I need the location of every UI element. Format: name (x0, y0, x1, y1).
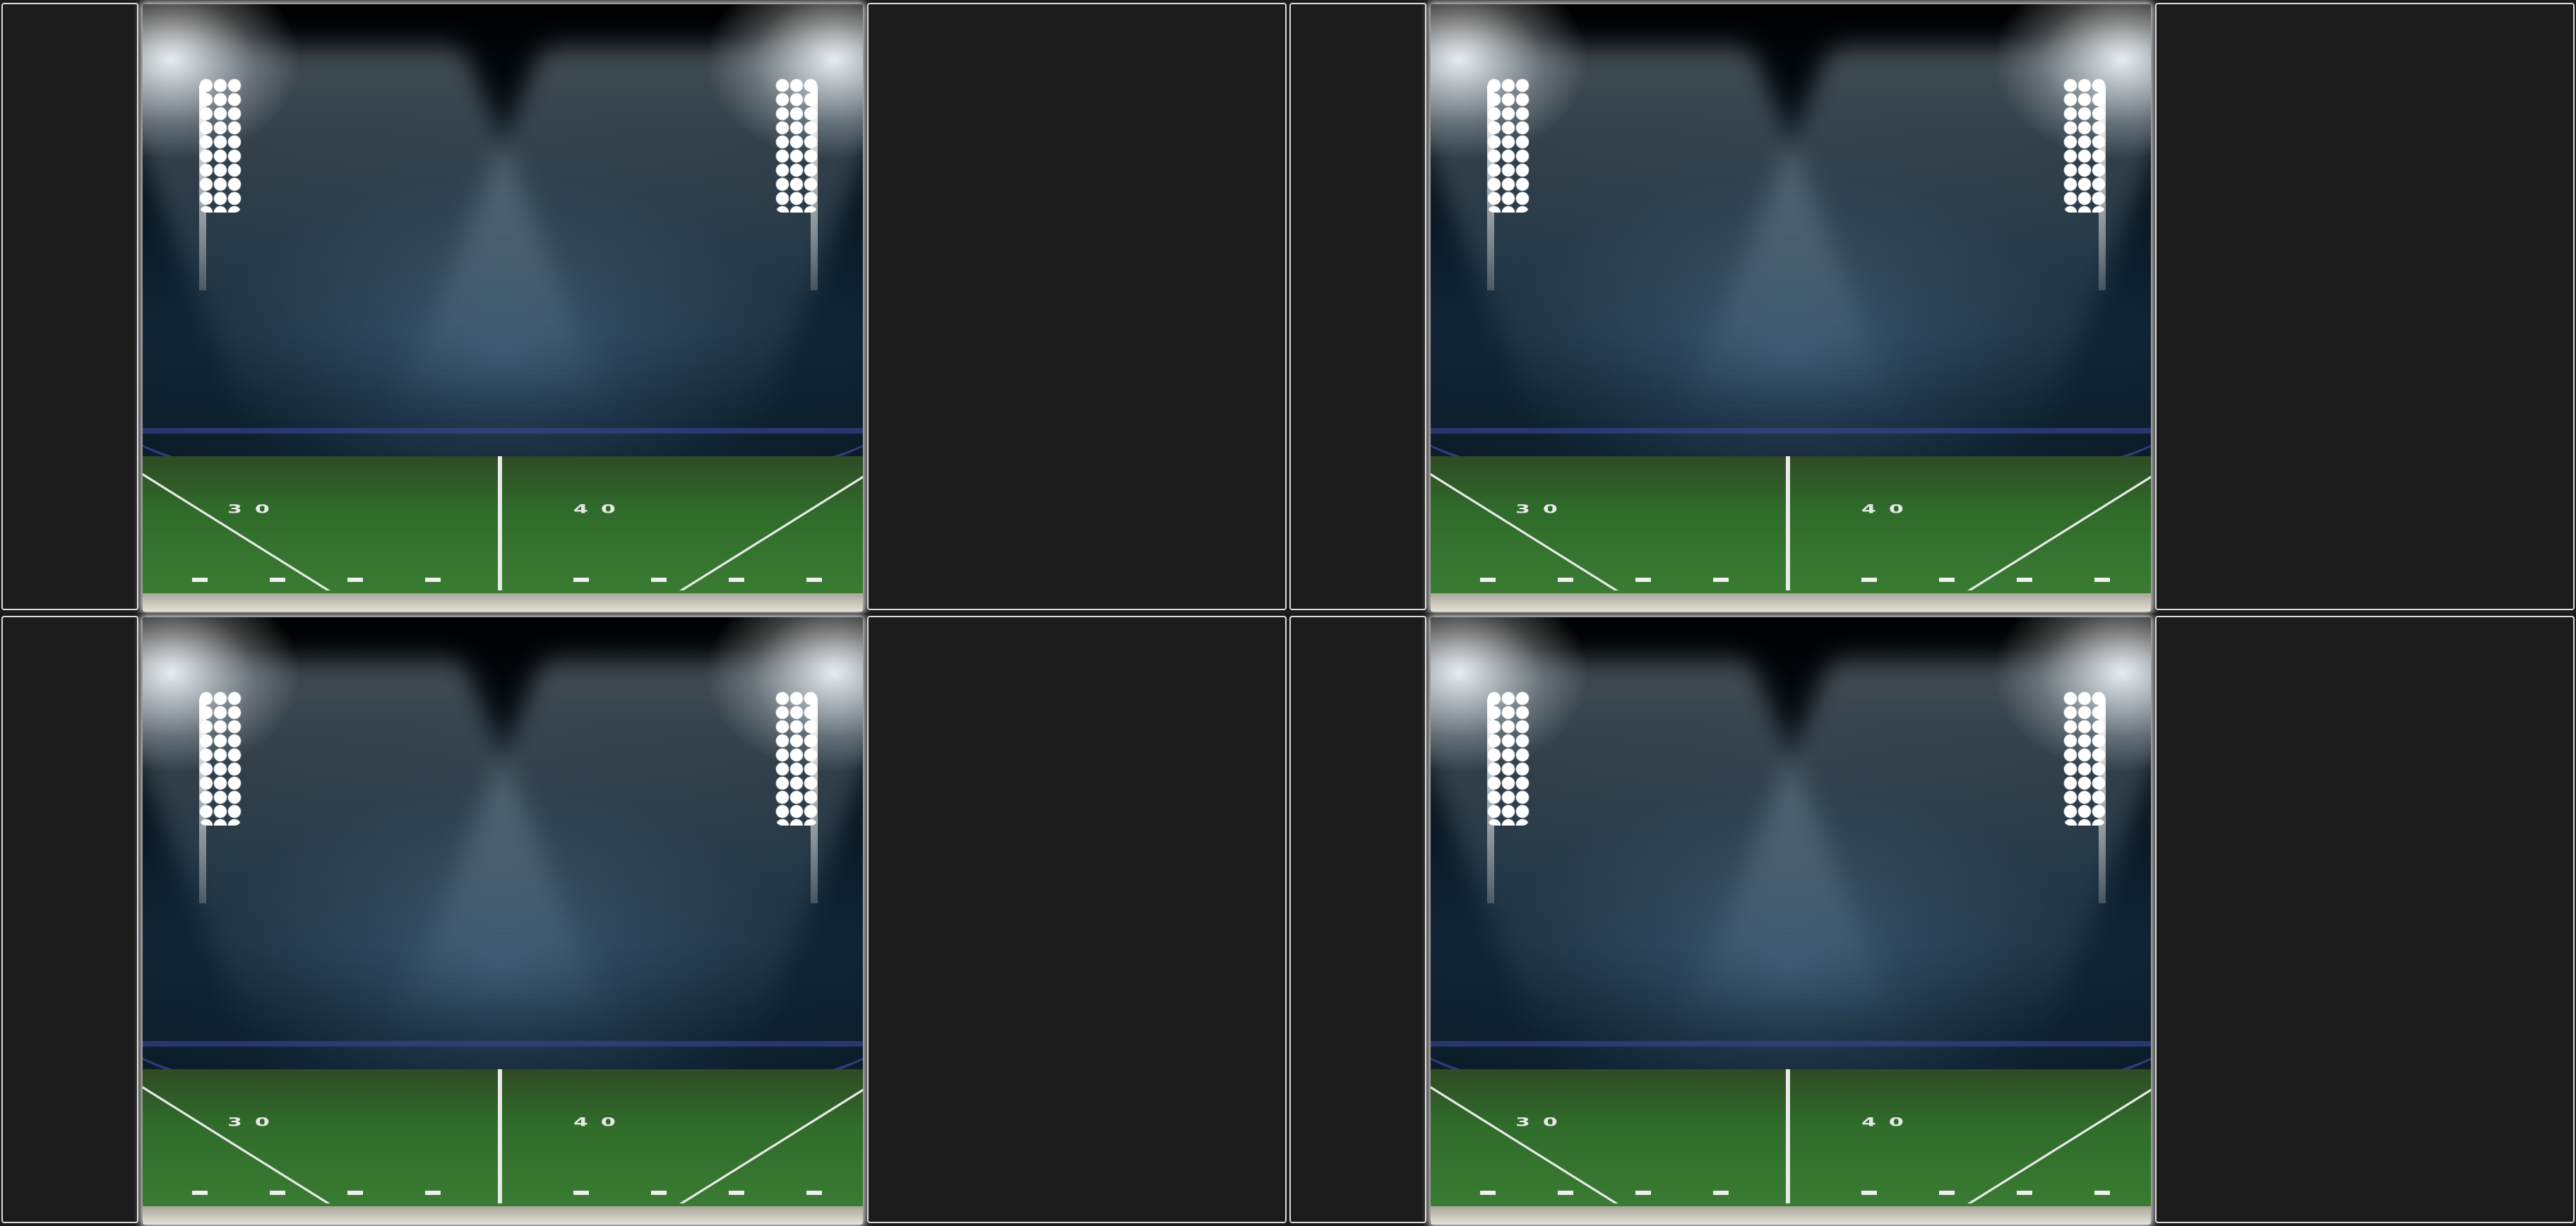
hash-mark (425, 1191, 441, 1195)
hash-mark (425, 578, 441, 582)
hash-mark (729, 1191, 744, 1195)
left-panel (1, 616, 138, 1223)
yard-line (143, 456, 330, 590)
stadium-rail (1431, 1041, 2151, 1047)
stadium-thumbnail[interactable]: 30 40 (1431, 617, 2151, 1225)
yard-number-left: 30 (227, 1115, 282, 1130)
stadium-rail (143, 428, 863, 434)
image-grid: 30 40 30 40 30 40 30 40 (0, 0, 2576, 1226)
left-panel (1, 3, 138, 610)
yard-line (679, 1069, 863, 1203)
left-panel (1289, 3, 1426, 610)
right-floodlights (775, 78, 818, 213)
right-panel (2155, 3, 2575, 610)
grid-cell-3[interactable]: 30 40 (0, 613, 1288, 1226)
football-field: 30 40 (1431, 1069, 2151, 1225)
hash-mark (2017, 1191, 2032, 1195)
yard-number-right: 40 (573, 502, 628, 517)
hash-mark (651, 1191, 667, 1195)
hash-mark (1861, 578, 1877, 582)
hash-mark (1635, 578, 1651, 582)
hash-mark (347, 1191, 363, 1195)
left-floodlights (1487, 78, 1530, 213)
yard-number-left: 30 (1515, 1115, 1570, 1130)
left-floodlights (1487, 691, 1530, 826)
yard-number-right: 40 (1861, 502, 1916, 517)
right-panel (867, 3, 1287, 610)
yard-line (1967, 1069, 2151, 1203)
hash-mark (2094, 1191, 2110, 1195)
stadium-thumbnail[interactable]: 30 40 (143, 617, 863, 1225)
hash-mark (347, 578, 363, 582)
right-floodlights (2063, 691, 2106, 826)
hash-mark (729, 578, 744, 582)
hash-mark (2094, 578, 2110, 582)
football-field: 30 40 (1431, 456, 2151, 612)
grid-cell-4[interactable]: 30 40 (1288, 613, 2576, 1226)
right-floodlights (775, 691, 818, 826)
football-field: 30 40 (143, 456, 863, 612)
hash-mark (1713, 1191, 1729, 1195)
right-panel (2155, 616, 2575, 1223)
hash-mark (1558, 578, 1573, 582)
hash-mark (573, 578, 589, 582)
hash-mark (1939, 578, 1955, 582)
football-field: 30 40 (143, 1069, 863, 1225)
yard-line (1786, 456, 1790, 590)
grid-cell-2[interactable]: 30 40 (1288, 0, 2576, 613)
yard-line (1431, 456, 1618, 590)
yard-number-right: 40 (573, 1115, 628, 1130)
hash-mark (651, 578, 667, 582)
stadium-thumbnail[interactable]: 30 40 (1431, 4, 2151, 612)
hash-mark (192, 578, 208, 582)
left-floodlights (199, 691, 242, 826)
hash-mark (1939, 1191, 1955, 1195)
hash-mark (1558, 1191, 1573, 1195)
hash-mark (1480, 1191, 1496, 1195)
yard-line (498, 1069, 502, 1203)
right-panel (867, 616, 1287, 1223)
hash-mark (192, 1191, 208, 1195)
left-panel (1289, 616, 1426, 1223)
yard-line (498, 456, 502, 590)
hash-mark (1480, 578, 1496, 582)
hash-mark (1635, 1191, 1651, 1195)
left-floodlights (199, 78, 242, 213)
hash-mark (270, 578, 285, 582)
yard-line (143, 1069, 330, 1203)
yard-line (1786, 1069, 1790, 1203)
hash-mark (2017, 578, 2032, 582)
hash-mark (270, 1191, 285, 1195)
yard-number-right: 40 (1861, 1115, 1916, 1130)
hash-mark (806, 578, 822, 582)
hash-mark (573, 1191, 589, 1195)
stadium-rail (1431, 428, 2151, 434)
yard-number-left: 30 (227, 502, 282, 517)
right-floodlights (2063, 78, 2106, 213)
grid-cell-1[interactable]: 30 40 (0, 0, 1288, 613)
hash-mark (1713, 578, 1729, 582)
hash-mark (1861, 1191, 1877, 1195)
yard-number-left: 30 (1515, 502, 1570, 517)
yard-line (679, 456, 863, 590)
yard-line (1967, 456, 2151, 590)
stadium-thumbnail[interactable]: 30 40 (143, 4, 863, 612)
yard-line (1431, 1069, 1618, 1203)
stadium-rail (143, 1041, 863, 1047)
hash-mark (806, 1191, 822, 1195)
